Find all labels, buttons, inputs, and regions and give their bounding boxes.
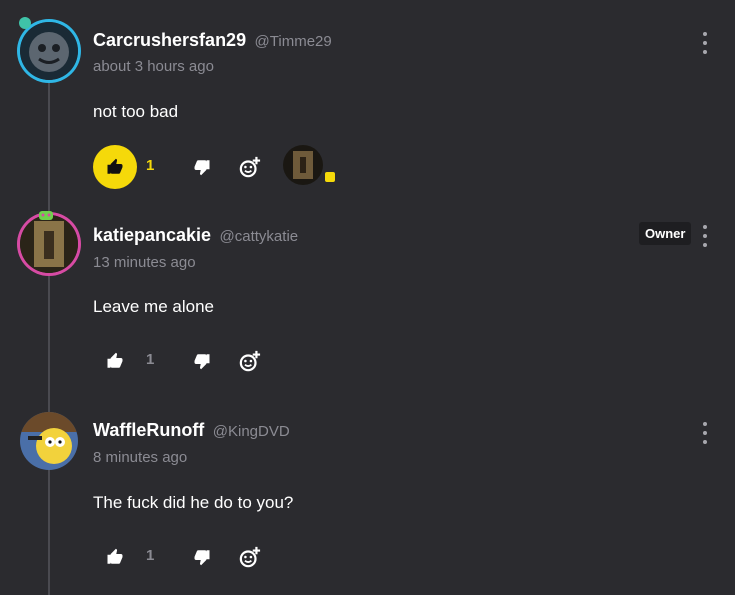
timestamp: 8 minutes ago — [93, 449, 188, 466]
thread-line — [48, 80, 50, 595]
reactor-image — [283, 145, 323, 185]
like-button[interactable] — [93, 339, 137, 383]
more-vertical-icon — [703, 32, 707, 36]
like-count: 1 — [146, 547, 155, 564]
user-handle[interactable]: @Timme29 — [255, 33, 332, 50]
comment-actions: 1 — [93, 339, 393, 383]
owner-badge: Owner — [639, 222, 692, 245]
avatar-wrap[interactable] — [18, 410, 80, 472]
add-reaction-button[interactable] — [238, 155, 262, 179]
like-count: 1 — [146, 157, 155, 174]
avatar-wrap[interactable] — [18, 17, 80, 82]
avatar[interactable] — [20, 22, 78, 80]
user-handle[interactable]: @cattykatie — [220, 228, 299, 245]
comment-body: The fuck did he do to you? — [93, 493, 294, 512]
more-options-button[interactable] — [698, 32, 712, 54]
thumbs-down-icon — [194, 354, 210, 370]
comment-body: Leave me alone — [93, 297, 214, 316]
comment-actions: 1 — [93, 145, 393, 189]
add-reaction-icon — [239, 350, 261, 372]
avatar[interactable] — [20, 412, 78, 470]
display-name[interactable]: Carcrushersfan29 — [93, 30, 246, 50]
reaction-badge-icon — [325, 172, 335, 182]
like-count: 1 — [146, 351, 155, 368]
comment-body: not too bad — [93, 102, 179, 121]
thumbs-up-icon — [107, 548, 123, 564]
decoration-icon — [19, 17, 31, 29]
author-row: Carcrushersfan29 @Timme29 — [93, 30, 332, 51]
comment-actions: 1 — [93, 535, 393, 579]
more-options-button[interactable] — [698, 422, 712, 444]
add-reaction-icon — [239, 156, 261, 178]
dislike-button[interactable] — [190, 545, 214, 569]
dislike-button[interactable] — [190, 155, 214, 179]
author-row: katiepancakie @cattykatie — [93, 225, 298, 246]
thumbs-down-icon — [194, 550, 210, 566]
add-reaction-button[interactable] — [238, 545, 262, 569]
add-reaction-button[interactable] — [238, 349, 262, 373]
more-vertical-icon — [703, 422, 707, 426]
like-button[interactable] — [93, 535, 137, 579]
reactor-avatar[interactable] — [283, 145, 335, 189]
author-row: WaffleRunoff @KingDVD — [93, 420, 290, 441]
timestamp: 13 minutes ago — [93, 254, 196, 271]
thumbs-up-icon — [107, 352, 123, 368]
timestamp: about 3 hours ago — [93, 58, 214, 75]
avatar-wrap[interactable] — [18, 211, 80, 275]
thumbs-up-icon — [107, 158, 123, 174]
user-handle[interactable]: @KingDVD — [213, 423, 290, 440]
dislike-button[interactable] — [190, 349, 214, 373]
avatar[interactable] — [20, 215, 78, 273]
decoration-icon — [39, 211, 53, 220]
thumbs-down-icon — [194, 160, 210, 176]
more-options-button[interactable] — [698, 225, 712, 247]
add-reaction-icon — [239, 546, 261, 568]
more-vertical-icon — [703, 225, 707, 229]
display-name[interactable]: WaffleRunoff — [93, 420, 204, 440]
display-name[interactable]: katiepancakie — [93, 225, 211, 245]
like-button[interactable] — [93, 145, 137, 189]
